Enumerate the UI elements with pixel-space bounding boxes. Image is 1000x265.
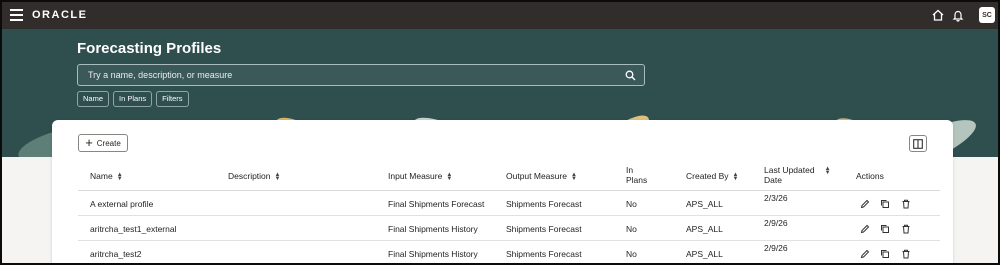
search-icon[interactable] bbox=[625, 70, 636, 81]
col-header-in-plans-label-2: Plans bbox=[626, 175, 648, 185]
chip-filters[interactable]: Filters bbox=[156, 91, 189, 107]
delete-icon[interactable] bbox=[901, 224, 911, 234]
edit-icon[interactable] bbox=[860, 224, 870, 234]
cell-created-by: APS_ALL bbox=[686, 249, 723, 259]
columns-icon bbox=[913, 138, 923, 149]
cell-name[interactable]: aritrcha_test1_external bbox=[90, 224, 176, 234]
delete-icon[interactable] bbox=[901, 199, 911, 209]
col-header-created-by-label: Created By bbox=[686, 171, 729, 181]
chip-in-plans[interactable]: In Plans bbox=[113, 91, 153, 107]
cell-output-measure: Shipments Forecast bbox=[506, 249, 582, 259]
search-input[interactable]: Try a name, description, or measure bbox=[77, 64, 645, 86]
cell-input-measure: Final Shipments History bbox=[388, 224, 478, 234]
sort-icon: ▲ ▼ bbox=[824, 165, 831, 176]
duplicate-icon[interactable] bbox=[880, 199, 890, 209]
cell-in-plans: No bbox=[626, 249, 637, 259]
col-header-last-updated-label-1: Last Updated bbox=[764, 165, 815, 175]
cell-input-measure: Final Shipments History bbox=[388, 249, 478, 259]
cell-in-plans: No bbox=[626, 199, 637, 209]
cell-name[interactable]: aritrcha_test2 bbox=[90, 249, 142, 259]
menu-icon[interactable] bbox=[10, 9, 23, 21]
cell-input-measure: Final Shipments Forecast bbox=[388, 199, 485, 209]
col-header-description-label: Description bbox=[228, 171, 271, 181]
page-title: Forecasting Profiles bbox=[77, 40, 222, 57]
col-header-in-plans[interactable]: In Plans bbox=[626, 165, 647, 193]
app-window: ORACLE SC Forecasting Profiles Try a nam… bbox=[0, 0, 1000, 265]
filter-chips: Name In Plans Filters bbox=[77, 91, 189, 107]
column-layout-button[interactable] bbox=[909, 135, 927, 152]
col-header-last-updated-label-2: Date bbox=[764, 175, 782, 185]
cell-output-measure: Shipments Forecast bbox=[506, 199, 582, 209]
profiles-card: + Create Name ▲ ▼ Description ▲ ▼ Input Meas… bbox=[52, 120, 953, 263]
col-header-input-measure-label: Input Measure bbox=[388, 171, 443, 181]
sort-icon: ▲ ▼ bbox=[732, 171, 739, 182]
sort-icon: ▲ ▼ bbox=[446, 171, 453, 182]
chip-name[interactable]: Name bbox=[77, 91, 110, 107]
col-header-name-label: Name bbox=[90, 171, 113, 181]
col-header-actions-label: Actions bbox=[856, 171, 884, 181]
cell-last-updated: 2/9/26 bbox=[764, 243, 788, 253]
col-header-in-plans-label-1: In bbox=[626, 165, 634, 175]
cell-output-measure: Shipments Forecast bbox=[506, 224, 582, 234]
cell-name[interactable]: A external profile bbox=[90, 199, 153, 209]
table-row[interactable]: A external profile Final Shipments Forec… bbox=[78, 191, 940, 216]
col-header-output-measure-label: Output Measure bbox=[506, 171, 567, 181]
duplicate-icon[interactable] bbox=[880, 224, 890, 234]
edit-icon[interactable] bbox=[860, 199, 870, 209]
sort-icon: ▲ ▼ bbox=[116, 171, 123, 182]
cell-last-updated: 2/9/26 bbox=[764, 218, 788, 228]
cell-in-plans: No bbox=[626, 224, 637, 234]
plus-icon: + bbox=[85, 135, 93, 150]
col-header-last-updated[interactable]: Last Updated ▲ ▼ Date bbox=[764, 165, 831, 193]
sort-icon: ▲ ▼ bbox=[570, 171, 577, 182]
edit-icon[interactable] bbox=[860, 249, 870, 259]
duplicate-icon[interactable] bbox=[880, 249, 890, 259]
oracle-logo: ORACLE bbox=[32, 9, 88, 21]
table-row[interactable]: aritrcha_test1_external Final Shipments … bbox=[78, 216, 940, 241]
search-placeholder: Try a name, description, or measure bbox=[88, 70, 233, 80]
delete-icon[interactable] bbox=[901, 249, 911, 259]
user-avatar[interactable]: SC bbox=[979, 7, 995, 23]
cell-last-updated: 2/3/26 bbox=[764, 193, 788, 203]
bell-icon[interactable] bbox=[951, 8, 965, 22]
create-button[interactable]: + Create bbox=[78, 134, 128, 152]
home-icon[interactable] bbox=[931, 8, 945, 22]
table-row[interactable]: aritrcha_test2 Final Shipments History S… bbox=[78, 241, 940, 263]
cell-created-by: APS_ALL bbox=[686, 199, 723, 209]
create-label: Create bbox=[96, 138, 121, 148]
top-bar: ORACLE SC bbox=[2, 2, 998, 29]
sort-icon: ▲ ▼ bbox=[274, 171, 281, 182]
cell-created-by: APS_ALL bbox=[686, 224, 723, 234]
